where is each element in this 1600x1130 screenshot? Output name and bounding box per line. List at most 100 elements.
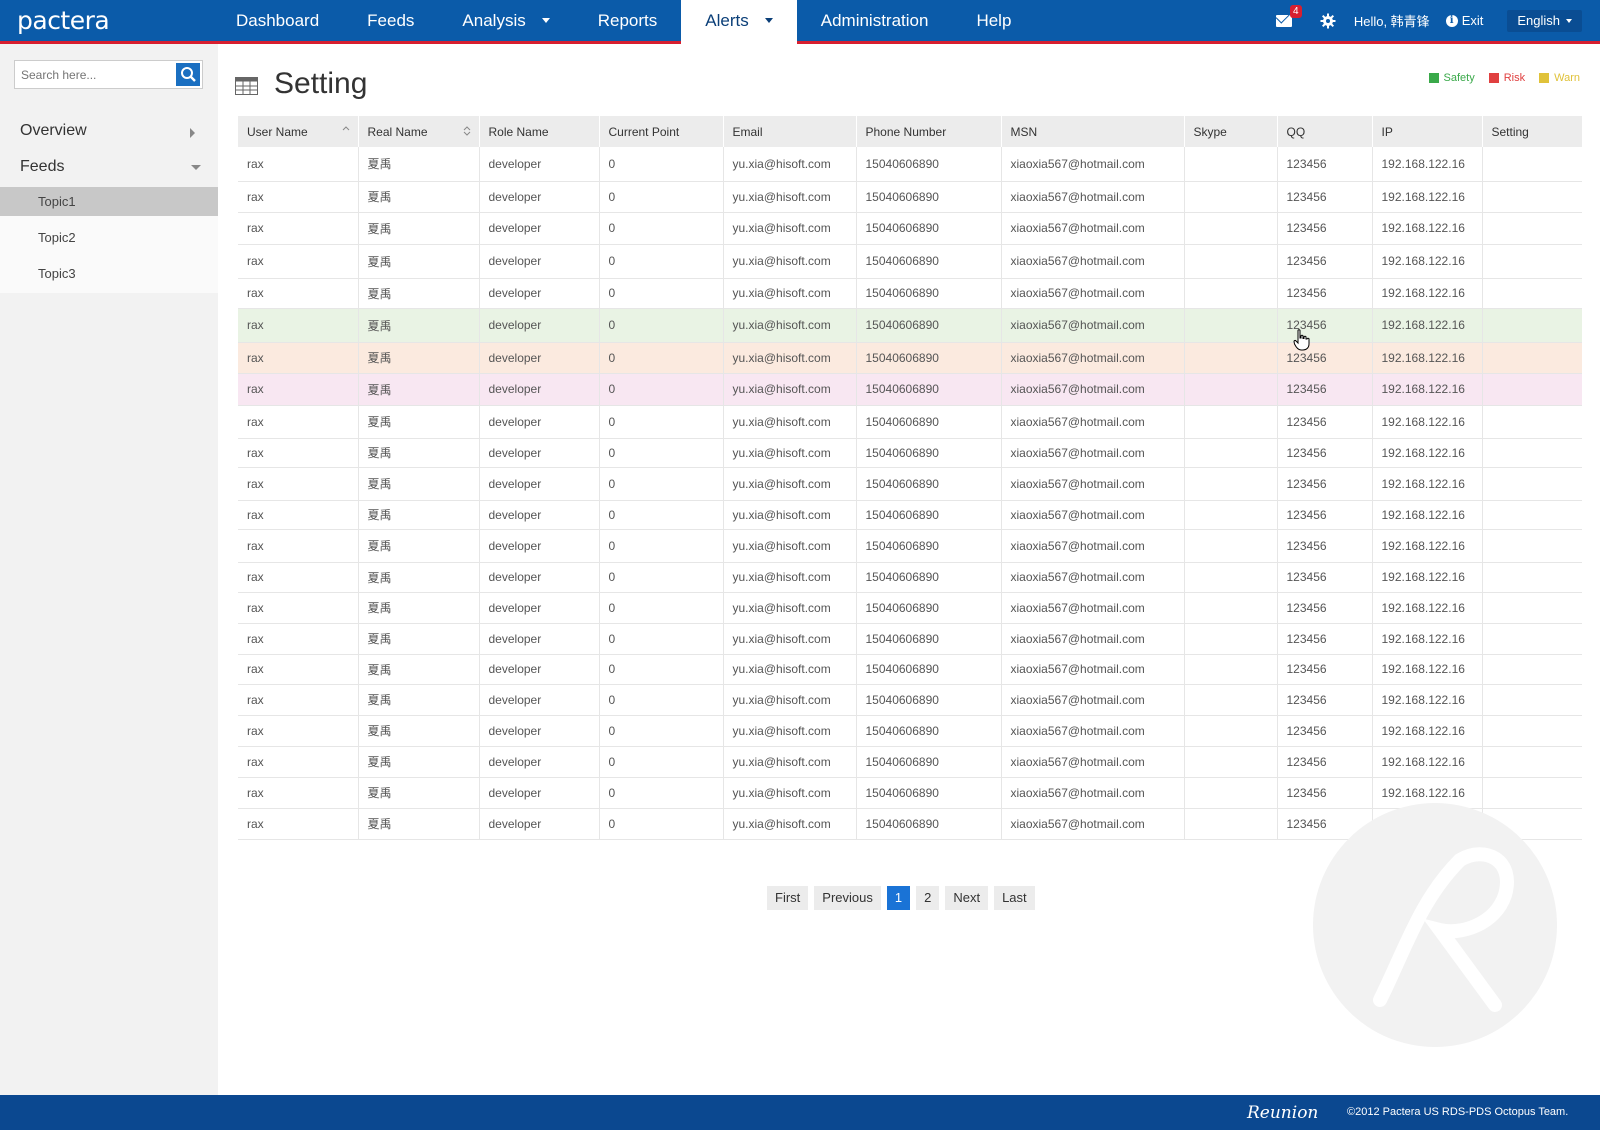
table-body: rax 夏禹 developer 0 yu.xia@hisoft.com 15040606… [238, 147, 1582, 840]
table-row[interactable]: rax 夏禹 developer 0 yu.xia@hisoft.com 15040606… [238, 244, 1582, 279]
nav-administration[interactable]: Administration [797, 0, 953, 41]
risk-swatch [1488, 73, 1499, 83]
table-cell: 123456 [1277, 684, 1373, 716]
table-row[interactable]: rax 夏禹 developer 0 yu.xia@hisoft.com 15040606… [238, 278, 1582, 309]
page-previous-button[interactable]: Previous [814, 886, 881, 910]
table-cell: 15040606890 [856, 715, 1002, 747]
table-cell: 0 [599, 405, 724, 439]
page-next-button[interactable]: Next [945, 886, 989, 910]
nav-help[interactable]: Help [952, 0, 1035, 41]
sidebar-item-feeds[interactable]: Feeds [20, 158, 64, 176]
nav-reports[interactable]: Reports [574, 0, 682, 41]
column-header[interactable]: Real Name [358, 116, 480, 147]
table-row[interactable]: rax 夏禹 developer 0 yu.xia@hisoft.com 15040606… [238, 405, 1582, 439]
table-cell: 15040606890 [856, 562, 1002, 593]
table-cell: xiaoxia567@hotmail.com [1001, 715, 1185, 747]
table-row[interactable]: rax 夏禹 developer 0 yu.xia@hisoft.com 15040606… [238, 438, 1582, 468]
table-cell: xiaoxia567@hotmail.com [1001, 500, 1185, 530]
table-cell: 0 [599, 438, 724, 468]
language-select[interactable]: English [1507, 9, 1582, 32]
column-header[interactable]: User Name [238, 116, 359, 147]
table-cell: 0 [599, 808, 724, 840]
mail-button[interactable]: 4 [1275, 5, 1302, 27]
table-cell: 15040606890 [856, 777, 1002, 809]
page-last-button[interactable]: Last [994, 886, 1035, 910]
table-cell: developer [479, 147, 600, 182]
table-cell: yu.xia@hisoft.com [723, 746, 857, 778]
column-header: Current Point [599, 116, 724, 147]
sidebar-item-label: Feeds [20, 158, 65, 175]
column-header-label: QQ [1286, 124, 1306, 139]
table-row[interactable]: rax 夏禹 developer 0 yu.xia@hisoft.com 15040606… [238, 684, 1582, 716]
table-row[interactable]: rax 夏禹 developer 0 yu.xia@hisoft.com 15040606… [238, 500, 1582, 530]
table-cell: developer [479, 308, 600, 343]
table-row[interactable]: rax 夏禹 developer 0 yu.xia@hisoft.com 15040606… [238, 623, 1582, 655]
table-cell: rax [238, 654, 359, 685]
table-cell: 0 [599, 562, 724, 593]
table-cell [1184, 715, 1278, 747]
sort-ascending-icon[interactable] [342, 126, 350, 136]
page-2-button[interactable]: 2 [916, 886, 940, 910]
table-row[interactable]: rax 夏禹 developer 0 yu.xia@hisoft.com 15040606… [238, 746, 1582, 778]
sort-icon[interactable] [463, 126, 471, 136]
table-row[interactable]: rax 夏禹 developer 0 yu.xia@hisoft.com 15040606… [238, 147, 1582, 182]
table-cell [1482, 147, 1582, 182]
warn-swatch [1539, 73, 1550, 83]
table-row[interactable]: rax 夏禹 developer 0 yu.xia@hisoft.com 15040606… [238, 308, 1582, 343]
nav-dashboard[interactable]: Dashboard [212, 0, 343, 41]
table-cell: 123456 [1277, 529, 1373, 563]
page-first-button[interactable]: First [767, 886, 809, 910]
table-cell: 15040606890 [856, 181, 1002, 213]
table-row[interactable]: rax 夏禹 developer 0 yu.xia@hisoft.com 15040606… [238, 529, 1582, 563]
table-cell: 15040606890 [856, 623, 1002, 655]
table-row[interactable]: rax 夏禹 developer 0 yu.xia@hisoft.com 15040606… [238, 654, 1582, 685]
exit-button[interactable]: i Exit [1445, 13, 1484, 28]
nav-alerts[interactable]: Alerts [681, 0, 797, 44]
sidebar-item-topic3[interactable]: Topic3 [0, 259, 218, 288]
table-cell: developer [479, 746, 600, 778]
table-cell: rax [238, 592, 359, 624]
search-button[interactable] [176, 63, 200, 86]
table-cell [1184, 342, 1278, 374]
table-cell [1482, 746, 1582, 778]
table-row[interactable]: rax 夏禹 developer 0 yu.xia@hisoft.com 15040606… [238, 373, 1582, 406]
table-cell: 夏禹 [358, 244, 480, 279]
table-row[interactable]: rax 夏禹 developer 0 yu.xia@hisoft.com 15040606… [238, 715, 1582, 747]
sidebar-item-overview[interactable]: Overview [20, 122, 87, 140]
table-cell: 0 [599, 342, 724, 374]
column-header-label: Phone Number [865, 124, 947, 139]
table-cell: rax [238, 405, 359, 439]
table-row[interactable]: rax 夏禹 developer 0 yu.xia@hisoft.com 15040606… [238, 562, 1582, 593]
table-row[interactable]: rax 夏禹 developer 0 yu.xia@hisoft.com 15040606… [238, 342, 1582, 374]
info-icon: i [1445, 14, 1458, 27]
mail-count-badge: 4 [1289, 5, 1302, 18]
column-header-label: Current Point [608, 124, 680, 139]
table-cell: 123456 [1277, 746, 1373, 778]
table-cell: 192.168.122.16 [1372, 308, 1483, 343]
sidebar-item-topic1[interactable]: Topic1 [0, 187, 218, 216]
nav-analysis[interactable]: Analysis [438, 0, 573, 41]
nav-feeds[interactable]: Feeds [343, 0, 438, 41]
column-header-label: Role Name [488, 124, 549, 139]
gear-icon[interactable] [1320, 13, 1336, 29]
sidebar-item-topic2[interactable]: Topic2 [0, 223, 218, 252]
table-row[interactable]: rax 夏禹 developer 0 yu.xia@hisoft.com 15040606… [238, 181, 1582, 213]
app-logo[interactable]: pactera [17, 6, 110, 35]
footer: Reunion ©2012 Pactera US RDS-PDS Octopus… [0, 1095, 1600, 1130]
table-cell: 15040606890 [856, 746, 1002, 778]
table-row[interactable]: rax 夏禹 developer 0 yu.xia@hisoft.com 15040606… [238, 212, 1582, 245]
table-cell: 夏禹 [358, 438, 480, 468]
table-row[interactable]: rax 夏禹 developer 0 yu.xia@hisoft.com 15040606… [238, 467, 1582, 501]
table-cell [1482, 562, 1582, 593]
page-1-button[interactable]: 1 [886, 886, 911, 910]
exit-label: Exit [1461, 13, 1484, 28]
sidebar: Overview Feeds Topic1 Topic2 Topic3 [0, 44, 218, 1095]
language-label: English [1517, 12, 1560, 28]
table-cell: 123456 [1277, 500, 1373, 530]
table-cell: yu.xia@hisoft.com [723, 244, 857, 279]
search-input[interactable] [21, 66, 171, 84]
table-cell: xiaoxia567@hotmail.com [1001, 278, 1185, 309]
table-row[interactable]: rax 夏禹 developer 0 yu.xia@hisoft.com 15040606… [238, 592, 1582, 624]
table-cell: 夏禹 [358, 500, 480, 530]
table-cell: 0 [599, 147, 724, 182]
